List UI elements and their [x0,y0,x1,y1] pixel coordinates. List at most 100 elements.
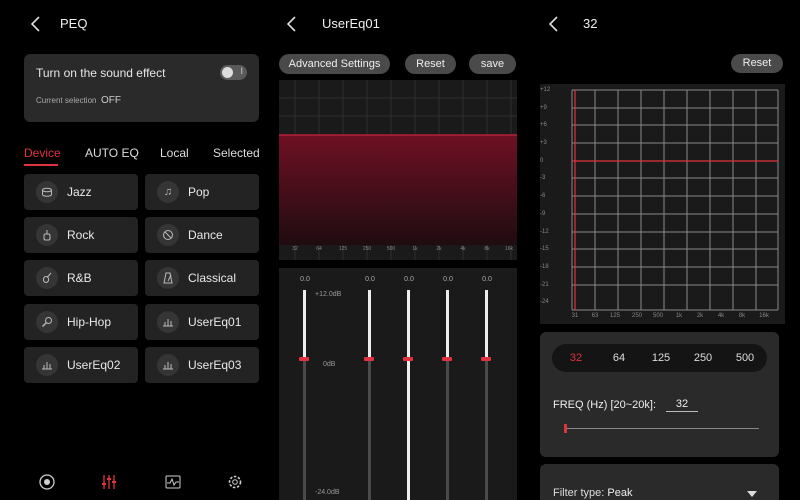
band-tab-64[interactable]: 64 [613,352,625,364]
band-tab-32[interactable]: 32 [570,352,582,364]
preset-rnb[interactable]: R&B [24,260,138,296]
db-max-label: +12.0dB [315,291,342,298]
frequency-slider[interactable] [564,428,759,429]
x-tick-label: 2k [436,246,442,252]
band-tab-125[interactable]: 125 [652,352,670,364]
band-tab-250[interactable]: 250 [694,352,712,364]
tab-device[interactable]: Device [24,146,61,160]
x-tick-label: 500 [386,246,396,252]
settings-icon[interactable] [225,473,245,493]
preset-usereq01[interactable]: UserEq01 [145,304,259,340]
preset-usereq02[interactable]: UserEq02 [24,347,138,383]
band-detail-panel: 32 Reset +12 +9 +6 +3 0 -3 -6 -9 -12 -15… [535,0,800,500]
active-tab-indicator [24,164,58,166]
back-arrow-icon[interactable] [544,14,564,34]
frequency-card: 32 64 125 250 500 FREQ (Hz) [20~20k]: 32 [540,332,779,457]
tab-local[interactable]: Local [160,146,189,160]
back-arrow-icon[interactable] [26,14,46,34]
violin-icon [36,267,58,289]
microphone-icon [36,311,58,333]
user-eq-header: UserEq01 [270,0,535,48]
band-slider-5[interactable] [485,290,488,500]
tab-auto-eq[interactable]: AUTO EQ [85,146,139,160]
slider-thumb[interactable] [403,357,413,361]
x-tick-label: 64 [316,246,322,252]
x-tick-label: 8k [738,313,746,319]
filter-type-label: Filter type: Peak [553,487,633,499]
x-tick-label: 4k [460,246,466,252]
preset-label: UserEq03 [188,358,242,372]
preset-label: Classical [188,271,237,285]
band-detail-header: 32 [535,0,800,48]
band-response-chart: +12 +9 +6 +3 0 -3 -6 -9 -12 -15 -18 -21 … [540,84,785,324]
waveform-icon[interactable] [163,473,183,493]
db-min-label: -24.0dB [315,489,340,496]
y-tick-label: -3 [540,175,546,181]
chevron-down-icon[interactable] [747,491,757,497]
x-tick-label: 16k [759,313,769,319]
page-title: UserEq01 [322,16,380,31]
user-eq-icon [157,354,179,376]
y-tick-label: +9 [540,105,547,111]
band-slider-3[interactable] [407,290,410,500]
preset-rock[interactable]: Rock [24,217,138,253]
reset-button[interactable]: Reset [405,54,456,74]
sound-effect-toggle[interactable]: I [220,65,247,80]
filter-type-value: Peak [607,487,633,499]
record-icon[interactable] [37,473,57,493]
sound-effect-label: Turn on the sound effect [36,66,166,80]
band-tab-500[interactable]: 500 [736,352,754,364]
frequency-slider-thumb[interactable] [564,424,567,433]
x-tick-label: 1k [412,246,418,252]
save-button[interactable]: save [469,54,516,74]
x-tick-label: 63 [591,313,599,319]
x-tick-label: 125 [338,246,348,252]
preset-hip-hop[interactable]: Hip-Hop [24,304,138,340]
x-tick-label: 8k [484,246,490,252]
band-slider-4[interactable] [446,290,449,500]
preset-label: R&B [67,271,92,285]
band-value: 0.0 [482,276,492,283]
frequency-input[interactable]: 32 [666,396,698,412]
preset-label: UserEq01 [188,315,242,329]
music-note-icon: ♫ [157,181,179,203]
sound-effect-card: Turn on the sound effect I Current selec… [24,54,259,122]
slider-thumb[interactable] [364,357,374,361]
x-tick-label: 31 [571,313,579,319]
x-tick-label: 32 [292,246,298,252]
x-tick-label: 4k [717,313,725,319]
reset-button[interactable]: Reset [731,54,783,73]
slider-thumb[interactable] [299,357,309,361]
equalizer-icon[interactable] [99,473,119,493]
band-sliders: 0.0 0.0 0.0 0.0 0.0 +12.0dB 0dB -24.0dB [279,268,517,500]
preset-jazz[interactable]: Jazz [24,174,138,210]
advanced-settings-button[interactable]: Advanced Settings [279,54,390,74]
eq-chart-x-axis: 32 64 125 250 500 1k 2k 4k 8k 16k [279,246,517,258]
page-title: 32 [583,16,598,31]
x-tick-label: 2k [696,313,704,319]
preset-dance[interactable]: Dance [145,217,259,253]
current-selection-value: OFF [101,95,121,106]
y-tick-label: +3 [540,140,547,146]
eq-chart-canvas [279,80,517,260]
x-tick-label: 1k [675,313,683,319]
filter-type-dropdown[interactable]: Filter type: Peak [540,464,779,500]
slider-thumb[interactable] [442,357,452,361]
y-tick-label: +12 [540,87,551,93]
x-tick-label: 250 [362,246,372,252]
preset-pop[interactable]: ♫ Pop [145,174,259,210]
preset-classical[interactable]: Classical [145,260,259,296]
preset-usereq03[interactable]: UserEq03 [145,347,259,383]
back-arrow-icon[interactable] [282,14,302,34]
band-slider-2[interactable] [368,290,371,500]
preset-label: Pop [188,185,210,199]
user-eq-icon [36,354,58,376]
filter-type-caption: Filter type: [553,487,605,499]
toggle-knob [222,67,233,78]
y-tick-label: -9 [540,211,546,217]
tab-selected[interactable]: Selected [213,146,260,160]
band-slider-1[interactable] [303,290,306,500]
guitar-icon [36,224,58,246]
user-eq-panel: UserEq01 Advanced Settings Reset save 32… [270,0,535,500]
slider-thumb[interactable] [481,357,491,361]
